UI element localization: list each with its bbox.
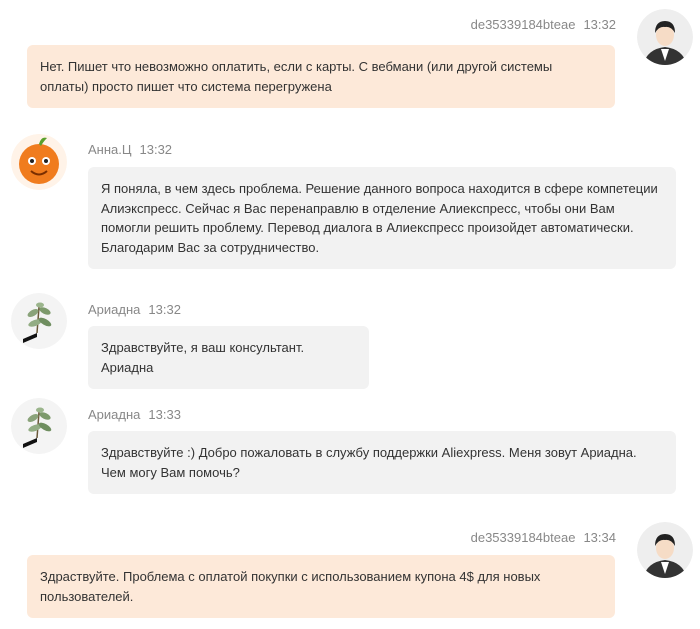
plant-avatar-icon[interactable] (11, 398, 67, 454)
man-user-avatar-icon[interactable] (637, 522, 693, 578)
message-meta: Ариадна 13:33 (88, 407, 181, 422)
message-meta: de35339184bteae 13:34 (471, 530, 616, 545)
message-meta: Ариадна 13:32 (88, 302, 181, 317)
sender-name[interactable]: Ариадна (88, 302, 140, 317)
message-bubble: Здравствуйте, я ваш консультант. Ариадна (88, 326, 369, 389)
message-text: Здравствуйте, я ваш консультант. Ариадна (101, 340, 305, 375)
message-time: 13:32 (583, 17, 616, 32)
message-time: 13:34 (583, 530, 616, 545)
chat-message-outgoing: de35339184bteae 13:32 Нет. Пишет что нево… (0, 0, 700, 110)
chat-message-incoming: Ариадна 13:33 Здравствуйте :) Добро пожал… (0, 390, 700, 505)
sender-name[interactable]: Ариадна (88, 407, 140, 422)
chat-message-incoming: Анна.Ц 13:32 Я поняла, в чем здесь пробле… (0, 125, 700, 275)
message-text: Здраствуйте. Проблема с оплатой покупки … (40, 569, 541, 604)
man-user-avatar-icon[interactable] (637, 9, 693, 65)
message-text: Здравствуйте :) Добро пожаловать в служб… (101, 445, 637, 480)
sender-name[interactable]: de35339184bteae (471, 17, 576, 32)
plant-avatar-icon[interactable] (11, 293, 67, 349)
message-time: 13:32 (148, 302, 181, 317)
sender-name[interactable]: Анна.Ц (88, 142, 132, 157)
message-time: 13:33 (148, 407, 181, 422)
message-time: 13:32 (139, 142, 173, 157)
chat-message-incoming: Ариадна 13:32 Здравствуйте, я ваш консуль… (0, 285, 700, 389)
orange-mascot-avatar-icon[interactable] (11, 134, 67, 190)
message-text: Нет. Пишет что невозможно оплатить, если… (40, 59, 553, 94)
message-text: Я поняла, в чем здесь проблема. Решение … (101, 181, 658, 255)
message-meta: de35339184bteae 13:32 (471, 17, 616, 32)
message-bubble: Здраствуйте. Проблема с оплатой покупки … (27, 555, 615, 618)
message-bubble: Я поняла, в чем здесь проблема. Решение … (88, 167, 676, 269)
message-bubble: Нет. Пишет что невозможно оплатить, если… (27, 45, 615, 108)
chat-message-outgoing: de35339184bteae 13:34 Здраствуйте. Пробле… (0, 517, 700, 629)
message-bubble: Здравствуйте :) Добро пожаловать в служб… (88, 431, 676, 494)
message-meta: Анна.Ц 13:32 (88, 142, 172, 157)
sender-name[interactable]: de35339184bteae (471, 530, 576, 545)
